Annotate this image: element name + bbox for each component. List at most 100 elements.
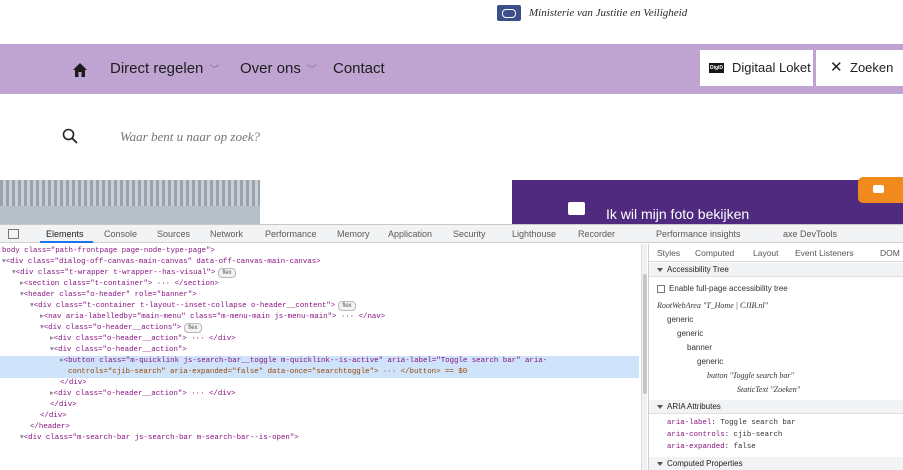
section-title: ARIA Attributes — [667, 402, 721, 411]
sidebar-tabs: Styles Computed Layout Event Listeners D… — [649, 244, 903, 262]
a11y-node[interactable]: generic — [667, 315, 693, 324]
dom-node[interactable]: </div> — [40, 411, 67, 422]
dom-node[interactable]: ▸<nav aria-labelledby="main-menu" class=… — [40, 312, 385, 323]
nav-label: Contact — [333, 60, 385, 77]
digitaal-loket-button[interactable]: DigiD Digitaal Loket — [700, 50, 813, 86]
aria-attr: aria-expanded: false — [667, 443, 756, 451]
nav-contact[interactable]: Contact — [333, 60, 385, 77]
chevron-down-icon: ﹀ — [306, 65, 317, 76]
aria-value[interactable]: cjib-search — [734, 431, 783, 439]
dom-node[interactable]: </div> — [60, 378, 87, 389]
tab-event-listeners[interactable]: Event Listeners — [795, 248, 854, 258]
chat-button[interactable] — [858, 177, 903, 203]
top-strip: Ministerie van Justitie en Veiligheid — [0, 0, 903, 44]
aria-key: aria-controls — [667, 431, 725, 439]
dom-node-text: <div class="o-header__action"> ··· </div… — [53, 335, 236, 343]
dom-scrollbar[interactable] — [641, 244, 647, 470]
a11y-node[interactable]: RootWebArea "T_Home | CJIB.nl" — [657, 301, 768, 310]
dom-node[interactable]: ▾<div class="t-wrapper t-wrapper--has-vi… — [12, 268, 236, 279]
ministry-logo — [497, 5, 521, 21]
a11y-node-text: button "Toggle search bar" — [707, 371, 794, 380]
a11y-node-text: RootWebArea "T_Home | CJIB.nl" — [657, 301, 768, 310]
tab-recorder[interactable]: Recorder — [578, 229, 615, 239]
dom-node-selected-cont[interactable]: controls="cjib-search" aria-expanded="fa… — [0, 367, 639, 378]
tab-elements[interactable]: Elements — [46, 229, 84, 239]
dom-node-text: <div class="t-container t-layout--inset-… — [33, 302, 336, 310]
tab-security[interactable]: Security — [453, 229, 486, 239]
dom-node[interactable]: ▾<header class="o-header" role="banner"> — [20, 290, 197, 301]
dom-node[interactable]: ▾<div class="o-header__actions"> flex — [40, 323, 202, 334]
tab-performance-insights[interactable]: Performance insights — [656, 229, 741, 239]
tab-layout[interactable]: Layout — [753, 248, 779, 258]
dom-node-text: <div class="m-search-bar js-search-bar m… — [23, 434, 299, 442]
hero: Ik wil mijn foto bekijken — [0, 180, 903, 224]
dom-node[interactable]: ▸<section class="t-container"> ··· </sec… — [20, 279, 219, 290]
aria-key: aria-expanded — [667, 443, 725, 451]
aria-value[interactable]: false — [734, 443, 756, 451]
dom-node[interactable]: ▸<div class="o-header__action"> ··· </di… — [50, 389, 236, 400]
dom-node-text: </div> — [60, 379, 87, 387]
aria-attr: aria-label: Toggle search bar — [667, 419, 796, 427]
flex-badge[interactable]: flex — [218, 268, 236, 278]
tab-lighthouse[interactable]: Lighthouse — [512, 229, 556, 239]
search-input[interactable] — [120, 127, 620, 147]
dom-node[interactable]: ▸<div class="o-header__action"> ··· </di… — [50, 334, 236, 345]
dom-node[interactable]: </div> — [50, 400, 77, 411]
nav-label: Over ons — [240, 60, 301, 77]
tab-application[interactable]: Application — [388, 229, 432, 239]
nav-over-ons[interactable]: Over ons ﹀ — [240, 60, 317, 77]
devtools-tabbar: Elements Console Sources Network Perform… — [0, 225, 903, 243]
dom-node[interactable]: </header> — [30, 422, 70, 433]
dom-node-text: </header> — [30, 423, 70, 431]
aria-attributes-header[interactable]: ARIA Attributes — [649, 400, 903, 414]
a11y-node[interactable]: generic — [697, 357, 723, 366]
scroll-thumb[interactable] — [643, 274, 647, 394]
checkbox[interactable] — [657, 284, 665, 293]
dom-node-text: <section class="t-container"> ··· </sect… — [23, 280, 219, 288]
search-toggle-label: Zoeken — [850, 60, 894, 75]
nav-direct-regelen[interactable]: Direct regelen ﹀ — [110, 60, 219, 77]
dom-node[interactable]: ▾<div class="m-search-bar js-search-bar … — [20, 433, 299, 444]
dom-node-text: body class="path-frontpage page-node-typ… — [2, 247, 215, 255]
a11y-node[interactable]: banner — [687, 343, 712, 352]
active-tab-indicator — [40, 241, 93, 243]
hero-banner[interactable]: Ik wil mijn foto bekijken — [512, 180, 903, 224]
ministry-name: Ministerie van Justitie en Veiligheid — [529, 7, 688, 19]
digitaal-loket-label: Digitaal Loket — [732, 60, 811, 75]
devtools-panel: Elements Console Sources Network Perform… — [0, 224, 903, 470]
devtools-sidebar: Styles Computed Layout Event Listeners D… — [648, 244, 903, 470]
tab-memory[interactable]: Memory — [337, 229, 370, 239]
dom-node[interactable]: body class="path-frontpage page-node-typ… — [2, 246, 215, 257]
tab-computed[interactable]: Computed — [695, 248, 734, 258]
camera-icon — [568, 202, 585, 215]
a11y-node[interactable]: generic — [677, 329, 703, 338]
flex-badge[interactable]: flex — [338, 301, 356, 311]
dom-node[interactable]: ▾<div class="dialog-off-canvas-main-canv… — [2, 257, 321, 268]
accessibility-tree-header[interactable]: Accessibility Tree — [649, 263, 903, 277]
tab-axe-devtools[interactable]: axe DevTools — [783, 229, 837, 239]
dock-icon[interactable] — [8, 229, 19, 239]
flex-badge[interactable]: flex — [184, 323, 202, 333]
search-toggle-button[interactable]: ✕ Zoeken — [816, 50, 903, 86]
digid-icon: DigiD — [709, 63, 724, 73]
a11y-node-text: generic — [677, 329, 704, 338]
tab-dom[interactable]: DOM — [880, 248, 900, 258]
a11y-node[interactable]: button "Toggle search bar" — [707, 371, 794, 380]
dom-node-text: <div class="dialog-off-canvas-main-canva… — [5, 258, 321, 266]
dom-node-text: <nav aria-labelledby="main-menu" class="… — [43, 313, 386, 321]
dom-node[interactable]: ▾<div class="t-container t-layout--inset… — [30, 301, 356, 312]
enable-a11y-tree[interactable]: Enable full-page accessibility tree — [657, 284, 788, 293]
aria-attr: aria-controls: cjib-search — [667, 431, 783, 439]
tab-performance[interactable]: Performance — [265, 229, 317, 239]
home-icon[interactable] — [72, 62, 88, 78]
tab-styles[interactable]: Styles — [657, 248, 680, 258]
dom-node-selected[interactable]: ▸<button class="m-quicklink js-search-ba… — [0, 356, 639, 367]
computed-properties-header[interactable]: Computed Properties — [649, 457, 903, 470]
tab-sources[interactable]: Sources — [157, 229, 190, 239]
dom-node-text: </div> — [40, 412, 67, 420]
a11y-node[interactable]: StaticText "Zoeken" — [737, 385, 800, 394]
aria-value[interactable]: Toggle search bar — [720, 419, 795, 427]
dom-node[interactable]: ▾<div class="o-header__action"> — [50, 345, 187, 356]
tab-network[interactable]: Network — [210, 229, 243, 239]
tab-console[interactable]: Console — [104, 229, 137, 239]
